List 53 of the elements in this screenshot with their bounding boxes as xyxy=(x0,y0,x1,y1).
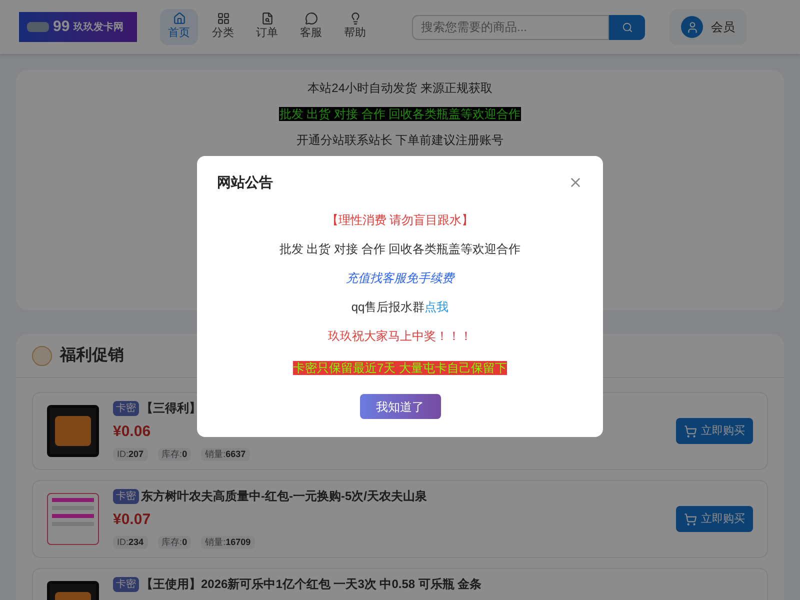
product-id: ID:234 xyxy=(113,536,148,549)
product-row[interactable]: 卡密 东方树叶农夫高质量中-红包-一元换购-5次/天农夫山泉 ¥0.07 ID:234 库存:0 销量:16709 立即购买 xyxy=(32,480,768,558)
nav-tab[interactable]: 订单 xyxy=(248,9,286,45)
section-title: 福利促销 xyxy=(60,345,124,366)
cart-icon xyxy=(684,512,697,526)
notice-link[interactable]: 点我 xyxy=(424,300,449,314)
stock-count: 库存:0 xyxy=(158,536,192,549)
sales-count: 销量:6637 xyxy=(201,448,250,461)
nav-tab[interactable]: 帮助 xyxy=(336,9,374,45)
product-tag: 卡密 xyxy=(113,400,139,416)
close-button[interactable] xyxy=(568,175,583,190)
document-icon xyxy=(260,12,274,26)
acknowledge-button[interactable]: 我知道了 xyxy=(360,394,440,419)
product-tag: 卡密 xyxy=(113,488,139,504)
site-logo[interactable]: 99 玖玖发卡网 xyxy=(19,12,137,42)
nav-tab[interactable]: 首页 xyxy=(160,9,198,45)
dialog-title: 网站公告 xyxy=(217,173,273,192)
product-price: ¥0.06 xyxy=(113,422,152,442)
nav-tab[interactable]: 分类 xyxy=(204,9,242,45)
product-tag: 卡密 xyxy=(113,576,139,592)
notice-text: 【理性消费 请勿盲目跟水】 xyxy=(326,212,474,229)
product-price: ¥0.07 xyxy=(113,510,152,530)
lightbulb-icon xyxy=(348,12,362,26)
buy-button[interactable]: 立即购买 xyxy=(676,418,753,444)
home-icon xyxy=(172,12,186,26)
notice-text: 开通分站联系站长 下单前建议注册账号 xyxy=(296,132,504,148)
stock-count: 库存:0 xyxy=(158,448,192,461)
grid-icon xyxy=(216,12,230,26)
notice-text: 玖玖祝大家马上中奖！！！ xyxy=(328,328,472,345)
product-title: 【王使用】2026新可乐中1亿个红包 一天3次 中0.58 可乐瓶 金条 xyxy=(141,576,482,593)
notice-text: 充值找客服免手续费 xyxy=(346,270,454,287)
product-row[interactable]: 卡密 【王使用】2026新可乐中1亿个红包 一天3次 中0.58 可乐瓶 金条 xyxy=(32,568,768,600)
product-photo-placeholder xyxy=(47,405,99,457)
search-icon xyxy=(622,22,632,32)
close-icon xyxy=(568,175,583,190)
search-field[interactable]: 搜索您需要的商品... xyxy=(412,14,609,40)
product-title: 【三得利】 xyxy=(141,400,201,417)
nav-tab[interactable]: 客服 xyxy=(292,9,330,45)
buy-button[interactable]: 立即购买 xyxy=(676,506,753,532)
notice-text: 批发 出货 对接 合作 回收各类瓶盖等欢迎合作 xyxy=(279,241,521,258)
member-button[interactable]: 会员 xyxy=(669,9,747,45)
cart-icon xyxy=(684,424,697,438)
notice-text: 本站24小时自动发货 来源正规获取 xyxy=(308,80,492,96)
sales-count: 销量:16709 xyxy=(201,536,255,549)
product-id: ID:207 xyxy=(113,448,148,461)
notice-text: qq售后报水群 xyxy=(351,300,425,314)
product-title: 东方树叶农夫高质量中-红包-一元换购-5次/天农夫山泉 xyxy=(141,488,427,505)
user-avatar-icon xyxy=(681,16,703,38)
highlighted-notice-text: 卡密只保留最近7天 大量屯卡自己保留下 xyxy=(292,361,507,375)
search-button[interactable] xyxy=(609,14,645,40)
highlighted-notice-text: 批发 出货 对接 合作 回收各类瓶盖等欢迎合作 xyxy=(279,107,521,121)
chat-bubble-icon xyxy=(304,12,318,26)
product-photo-placeholder xyxy=(47,493,99,545)
